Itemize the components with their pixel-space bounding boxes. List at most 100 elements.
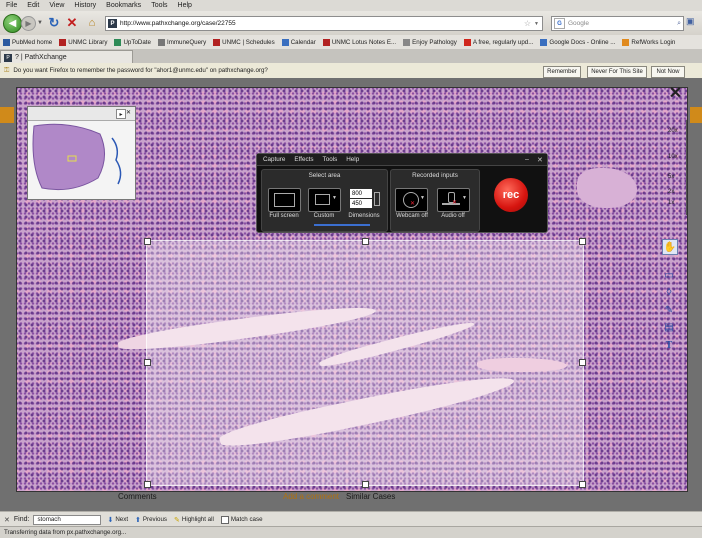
highlight-all-label: Highlight all bbox=[181, 516, 214, 523]
not-now-button[interactable]: Not Now bbox=[651, 66, 685, 78]
highlight-all-button[interactable]: ✎ Highlight all bbox=[174, 516, 214, 524]
capture-menu-tools[interactable]: Tools bbox=[323, 156, 338, 163]
bookmark-favicon-icon bbox=[114, 38, 122, 46]
key-icon: ⚿ bbox=[4, 66, 10, 74]
bookmark-label: Calendar bbox=[290, 38, 316, 46]
menu-view[interactable]: View bbox=[49, 2, 64, 9]
zoom-20x[interactable]: 20x bbox=[668, 128, 678, 134]
bookmark-item[interactable]: ImmuneQuery bbox=[157, 38, 206, 46]
history-dropdown-button[interactable]: ▼ bbox=[36, 16, 44, 29]
thumbnail-toggle-icon[interactable]: ▸ bbox=[116, 109, 126, 119]
capture-selection-region[interactable] bbox=[144, 238, 586, 488]
find-input[interactable]: stomach bbox=[33, 514, 102, 525]
menu-tools[interactable]: Tools bbox=[151, 2, 167, 9]
url-text[interactable]: http://www.pathxchange.org/case/22755 bbox=[120, 20, 524, 27]
url-bar[interactable]: P http://www.pathxchange.org/case/22755 … bbox=[105, 16, 543, 31]
url-dropdown-icon[interactable]: ▼ bbox=[534, 21, 539, 27]
zoom-10x[interactable]: 10x bbox=[668, 154, 678, 160]
search-input[interactable]: Google bbox=[568, 20, 677, 27]
capture-menu-help[interactable]: Help bbox=[346, 156, 359, 163]
off-x-icon: ✕ bbox=[410, 201, 416, 207]
webcam-toggle-button[interactable]: ✕ ▼ bbox=[395, 188, 428, 212]
pan-hand-tool-icon[interactable]: ✋ bbox=[662, 239, 678, 255]
width-input[interactable]: 800 bbox=[350, 189, 372, 198]
resize-handle[interactable] bbox=[144, 238, 151, 245]
zoom-1x[interactable]: 1x bbox=[668, 200, 674, 206]
arrow-left-icon: ◀ bbox=[8, 18, 17, 29]
bookmark-item[interactable]: Enjoy Pathology bbox=[403, 38, 457, 46]
back-button[interactable]: ◀ bbox=[3, 14, 22, 33]
bookmark-label: UNMC | Schedules bbox=[222, 38, 275, 46]
remember-button[interactable]: Remember bbox=[543, 66, 581, 78]
bookmark-favicon-icon bbox=[157, 38, 165, 46]
audio-toggle-button[interactable]: ✕ ▼ bbox=[437, 188, 470, 212]
bookmark-item[interactable]: UNMC | Schedules bbox=[213, 38, 275, 46]
add-comment-link[interactable]: Add a comment bbox=[283, 492, 339, 501]
bookmark-item[interactable]: PubMed home bbox=[3, 38, 52, 46]
freehand-shape-tool-icon[interactable]: ◊ bbox=[662, 285, 676, 299]
close-icon[interactable]: ✕ bbox=[537, 156, 543, 164]
resize-handle[interactable] bbox=[144, 359, 151, 366]
resize-handle[interactable] bbox=[362, 481, 369, 488]
tab-favicon-icon: P bbox=[4, 53, 12, 62]
minimize-icon[interactable]: – bbox=[525, 156, 529, 163]
bookmark-favicon-icon bbox=[540, 38, 548, 46]
comments-link[interactable]: Comments bbox=[118, 492, 157, 501]
record-button[interactable]: rec bbox=[494, 178, 528, 212]
similar-cases-link[interactable]: Similar Cases bbox=[346, 492, 395, 501]
bookmark-item[interactable]: UpToDate bbox=[114, 38, 151, 46]
ruler-tool-icon[interactable]: ▤ bbox=[662, 320, 676, 334]
tab-pathxchange[interactable]: P ? | PathXchange bbox=[0, 50, 133, 64]
text-tool-icon[interactable]: T bbox=[662, 338, 676, 352]
search-box[interactable]: G Google ⌕ bbox=[551, 16, 684, 31]
zoom-5x[interactable]: 5x bbox=[668, 174, 674, 180]
reload-button[interactable]: ↻ bbox=[47, 14, 61, 31]
custom-area-icon bbox=[315, 194, 330, 205]
menu-history[interactable]: History bbox=[74, 2, 96, 9]
search-icon[interactable]: ⌕ bbox=[677, 20, 681, 28]
resize-handle[interactable] bbox=[579, 238, 586, 245]
bookmark-item[interactable]: UNMC Lotus Notes E... bbox=[322, 38, 396, 46]
capture-menu-effects[interactable]: Effects bbox=[294, 156, 313, 163]
never-for-this-site-button[interactable]: Never For This Site bbox=[587, 66, 647, 78]
bookmark-item[interactable]: Calendar bbox=[281, 38, 316, 46]
find-next-button[interactable]: ⬇ Next bbox=[107, 516, 128, 524]
menu-edit[interactable]: Edit bbox=[27, 2, 39, 9]
resize-handle[interactable] bbox=[579, 481, 586, 488]
menu-bookmarks[interactable]: Bookmarks bbox=[106, 2, 141, 9]
bookmark-item[interactable]: Google Docs - Online ... bbox=[540, 38, 615, 46]
bookmark-item[interactable]: UNMC Library bbox=[59, 38, 107, 46]
lock-aspect-icon[interactable] bbox=[374, 192, 380, 206]
status-bar: Transferring data from px.pathxchange.or… bbox=[0, 526, 702, 538]
rectangle-tool-icon[interactable]: ▭ bbox=[662, 268, 676, 282]
google-engine-icon[interactable]: G bbox=[554, 18, 565, 29]
stop-button[interactable]: ✕ bbox=[65, 14, 79, 31]
match-case-checkbox[interactable]: Match case bbox=[220, 515, 263, 524]
resize-handle[interactable] bbox=[362, 238, 369, 245]
zoom-2x[interactable]: 2x bbox=[668, 189, 674, 195]
bookmark-item[interactable]: RefWorks Login bbox=[622, 38, 675, 46]
bookmark-star-icon[interactable]: ☆ bbox=[524, 19, 531, 28]
viewer-close-button[interactable]: ✕ bbox=[667, 84, 684, 102]
find-previous-button[interactable]: ⬆ Previous bbox=[135, 516, 167, 524]
resize-handle[interactable] bbox=[579, 359, 586, 366]
arrow-right-icon: ▶ bbox=[25, 19, 32, 28]
bookmark-item[interactable]: A free, regularly upd... bbox=[463, 38, 533, 46]
zoom-slider-track[interactable] bbox=[686, 120, 687, 215]
slide-thumbnail-navigator[interactable]: ▸ ✕ bbox=[27, 106, 136, 200]
menu-help[interactable]: Help bbox=[178, 2, 192, 9]
addon-icon[interactable]: ▣ bbox=[686, 16, 698, 29]
resize-handle[interactable] bbox=[144, 481, 151, 488]
menu-file[interactable]: File bbox=[6, 2, 17, 9]
find-next-label: Next bbox=[115, 516, 129, 523]
capture-menu-capture[interactable]: Capture bbox=[263, 156, 285, 163]
navigation-toolbar: ◀ ▶ ▼ ↻ ✕ ⌂ P http://www.pathxchange.org… bbox=[0, 11, 702, 35]
forward-button[interactable]: ▶ bbox=[21, 16, 36, 31]
pen-tool-icon[interactable]: ✎ bbox=[662, 303, 676, 317]
close-find-icon[interactable]: ✕ bbox=[4, 516, 10, 524]
full-screen-button[interactable] bbox=[268, 188, 301, 212]
home-button[interactable]: ⌂ bbox=[85, 14, 99, 31]
custom-area-button[interactable]: ▼ bbox=[308, 188, 341, 212]
height-input[interactable]: 450 bbox=[350, 199, 372, 208]
thumbnail-close-icon[interactable]: ✕ bbox=[126, 109, 133, 117]
